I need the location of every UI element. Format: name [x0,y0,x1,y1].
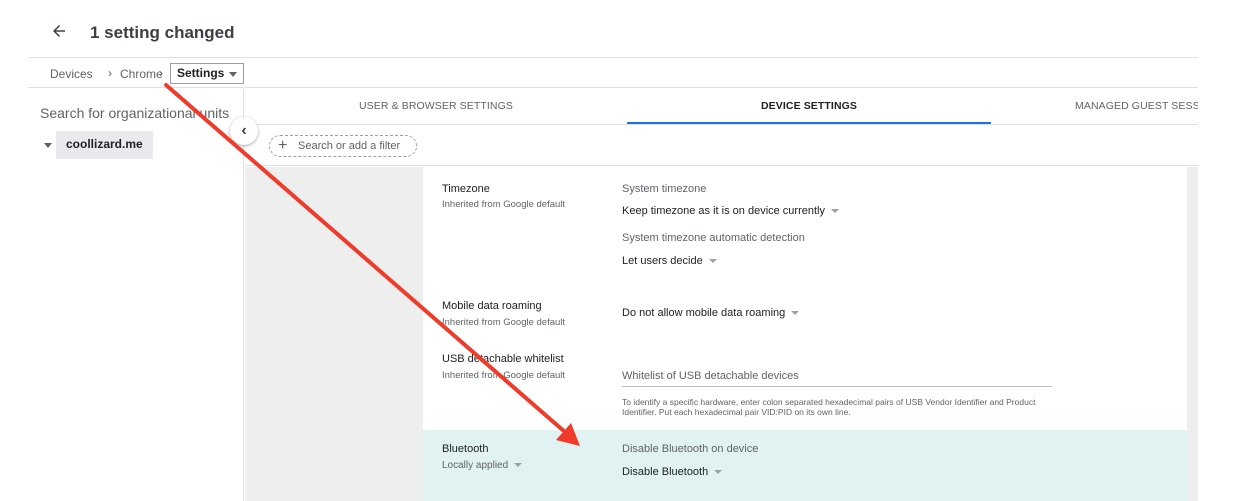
settings-panel: Timezone Inherited from Google default S… [423,167,1187,501]
field-label-timezone-detection: System timezone automatic detection [622,232,805,244]
tab-managed-guest-session[interactable]: MANAGED GUEST SESSI [1075,89,1198,124]
dropdown-caret-icon [714,470,723,475]
active-tab-indicator [627,122,991,124]
bluetooth-setting-row: Bluetooth Locally applied Disable Blueto… [423,430,1187,501]
breadcrumb-separator-icon: › [108,66,112,80]
tab-device-settings[interactable]: DEVICE SETTINGS [627,89,991,124]
system-timezone-value: Keep timezone as it is on device current… [622,205,825,217]
breadcrumb: Devices › Chrome › Settings [28,60,1198,88]
dropdown-caret-icon [708,259,717,264]
main-content: USER & BROWSER SETTINGS DEVICE SETTINGS … [245,89,1198,501]
breadcrumb-separator-icon: › [159,66,163,80]
setting-inheritance-timezone: Inherited from Google default [442,199,566,210]
bluetooth-select[interactable]: Disable Bluetooth [622,466,723,478]
back-arrow-icon[interactable] [50,22,68,40]
dropdown-caret-icon [514,463,523,468]
field-label-bluetooth: Disable Bluetooth on device [622,443,759,455]
tab-user-browser-settings[interactable]: USER & BROWSER SETTINGS [245,89,627,124]
org-unit-search-input[interactable]: Search for organizational units [40,105,229,121]
dropdown-caret-icon [791,311,800,316]
roaming-value: Do not allow mobile data roaming [622,307,786,319]
filter-bar: + Search or add a filter [245,126,1198,166]
setting-title-usb: USB detachable whitelist [442,353,564,365]
setting-title-roaming: Mobile data roaming [442,300,542,312]
usb-whitelist-field[interactable]: Whitelist of USB detachable devices [622,365,1052,387]
bluetooth-value: Disable Bluetooth [622,466,709,478]
timezone-detection-value: Let users decide [622,255,703,267]
tree-expand-icon[interactable] [44,143,52,148]
admin-console-frame: 1 setting changed Devices › Chrome › Set… [28,0,1198,501]
setting-inheritance-usb: Inherited from Google default [442,370,566,381]
bluetooth-source-select[interactable]: Locally applied [442,460,523,471]
settings-tabs: USER & BROWSER SETTINGS DEVICE SETTINGS … [245,89,1198,125]
breadcrumb-chrome[interactable]: Chrome [120,67,163,81]
usb-help-text: To identify a specific hardware, enter c… [622,397,1036,417]
setting-inheritance-roaming: Inherited from Google default [442,317,566,328]
filter-placeholder: Search or add a filter [298,140,401,152]
plus-icon: + [278,137,288,154]
setting-title-timezone: Timezone [442,183,490,195]
add-filter-button[interactable]: + Search or add a filter [269,135,417,157]
bluetooth-source-value: Locally applied [442,460,509,471]
org-unit-sidebar: Search for organizational units coolliza… [28,89,244,501]
breadcrumb-devices[interactable]: Devices [50,67,93,81]
page-header: 1 setting changed [28,14,1198,58]
setting-title-bluetooth: Bluetooth [442,443,489,455]
field-label-system-timezone: System timezone [622,183,707,195]
timezone-detection-select[interactable]: Let users decide [622,255,717,267]
system-timezone-select[interactable]: Keep timezone as it is on device current… [622,205,839,217]
org-unit-item[interactable]: coollizard.me [56,131,153,159]
roaming-select[interactable]: Do not allow mobile data roaming [622,307,800,319]
chevron-left-icon: ‹ [241,122,247,139]
page-title: 1 setting changed [90,23,235,42]
collapse-sidebar-button[interactable]: ‹ [230,117,258,145]
breadcrumb-dropdown-icon[interactable] [224,63,244,84]
breadcrumb-settings[interactable]: Settings [170,63,232,84]
dropdown-caret-icon [831,209,839,214]
